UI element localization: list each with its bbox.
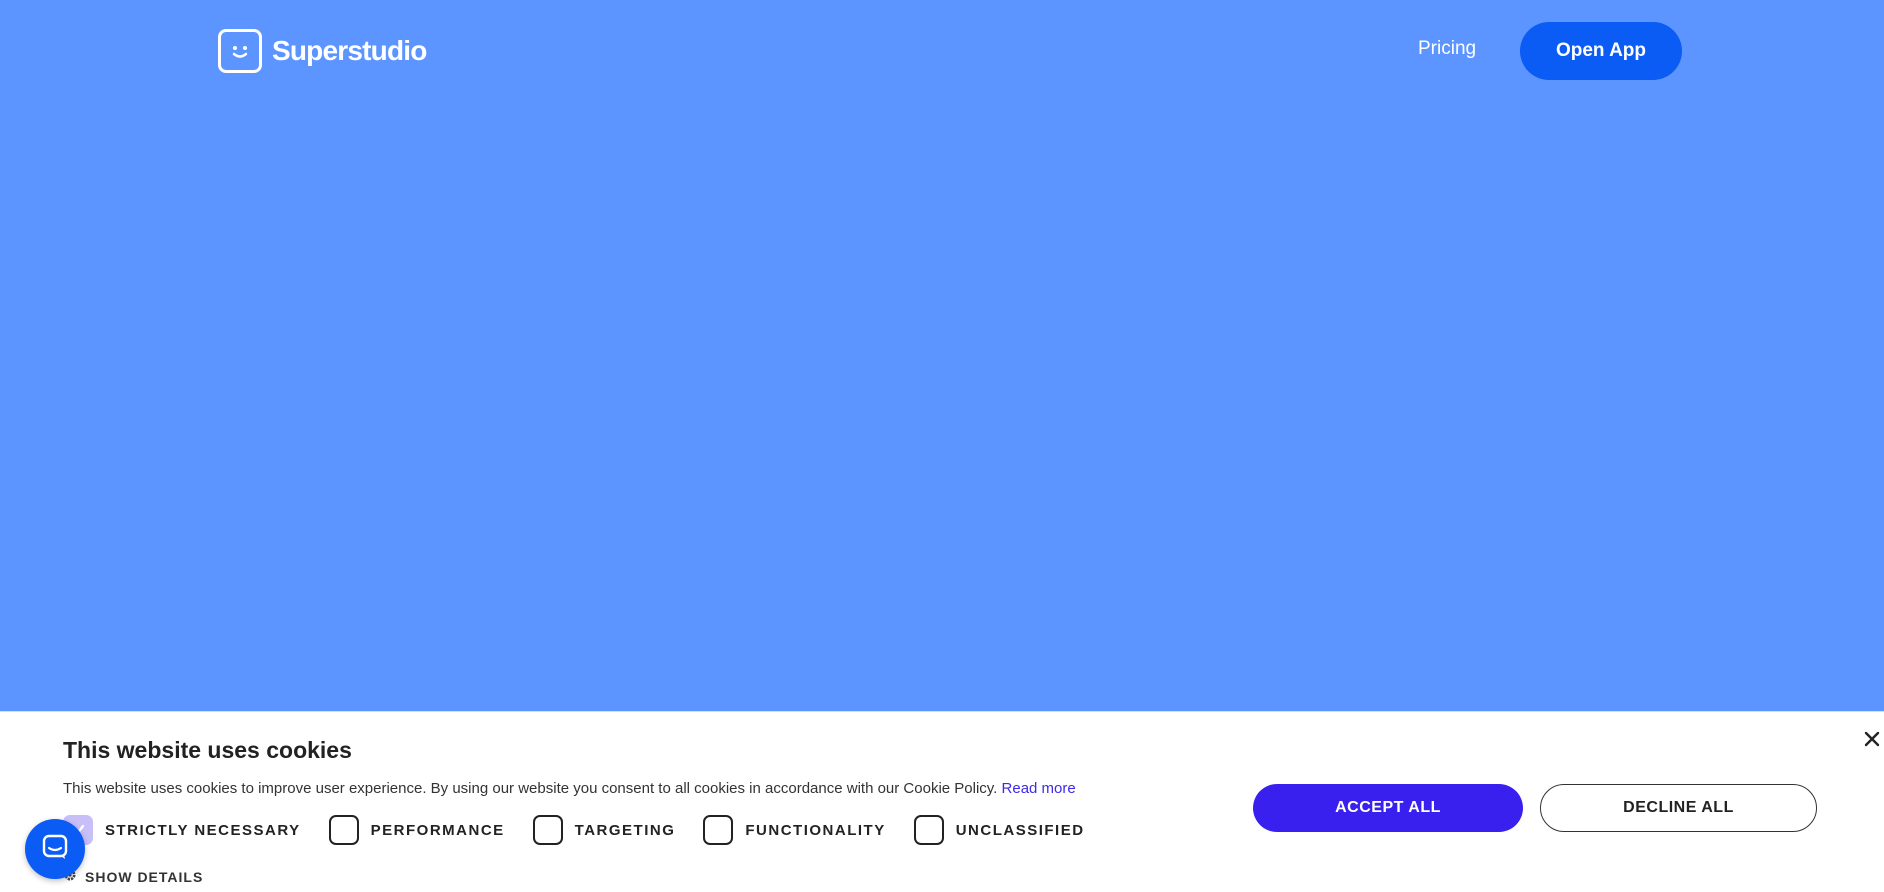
read-more-link[interactable]: Read more bbox=[1002, 780, 1076, 797]
site-header: Superstudio Pricing Open App bbox=[0, 0, 1884, 102]
cookie-description: This website uses cookies to improve use… bbox=[63, 780, 1076, 797]
checkbox-label: FUNCTIONALITY bbox=[745, 821, 886, 839]
smiley-face-icon bbox=[218, 29, 262, 73]
checkbox-functionality[interactable]: FUNCTIONALITY bbox=[703, 815, 885, 845]
cookie-title: This website uses cookies bbox=[63, 737, 352, 763]
checkbox-strictly-necessary[interactable]: STRICTLY NECESSARY bbox=[63, 815, 301, 845]
accept-all-button[interactable]: ACCEPT ALL bbox=[1253, 784, 1523, 832]
checkbox-label: STRICTLY NECESSARY bbox=[105, 821, 301, 839]
brand-name: Superstudio bbox=[272, 35, 427, 66]
show-details-toggle[interactable]: SHOW DETAILS bbox=[63, 867, 203, 887]
chat-icon bbox=[41, 833, 69, 866]
checkbox-box bbox=[328, 815, 359, 845]
cookie-description-text: This website uses cookies to improve use… bbox=[63, 780, 998, 797]
decline-all-button[interactable]: DECLINE ALL bbox=[1540, 784, 1817, 832]
close-icon[interactable] bbox=[1860, 727, 1884, 751]
chat-launcher-button[interactable] bbox=[25, 819, 85, 879]
checkbox-box bbox=[703, 815, 734, 845]
checkbox-box bbox=[913, 815, 944, 845]
checkbox-unclassified[interactable]: UNCLASSIFIED bbox=[913, 815, 1085, 845]
checkbox-label: UNCLASSIFIED bbox=[955, 821, 1085, 839]
show-details-label: SHOW DETAILS bbox=[85, 869, 204, 885]
checkbox-targeting[interactable]: TARGETING bbox=[532, 815, 676, 845]
open-app-button[interactable]: Open App bbox=[1520, 22, 1682, 80]
nav-pricing-link[interactable]: Pricing bbox=[1418, 38, 1476, 60]
cookie-banner: This website uses cookies This website u… bbox=[0, 711, 1884, 892]
checkbox-label: TARGETING bbox=[574, 821, 676, 839]
checkbox-box bbox=[532, 815, 563, 845]
brand-logo[interactable]: Superstudio bbox=[218, 29, 427, 73]
checkbox-label: PERFORMANCE bbox=[370, 821, 505, 839]
cookie-categories: STRICTLY NECESSARY PERFORMANCE TARGETING… bbox=[63, 815, 1113, 845]
checkbox-performance[interactable]: PERFORMANCE bbox=[328, 815, 505, 845]
